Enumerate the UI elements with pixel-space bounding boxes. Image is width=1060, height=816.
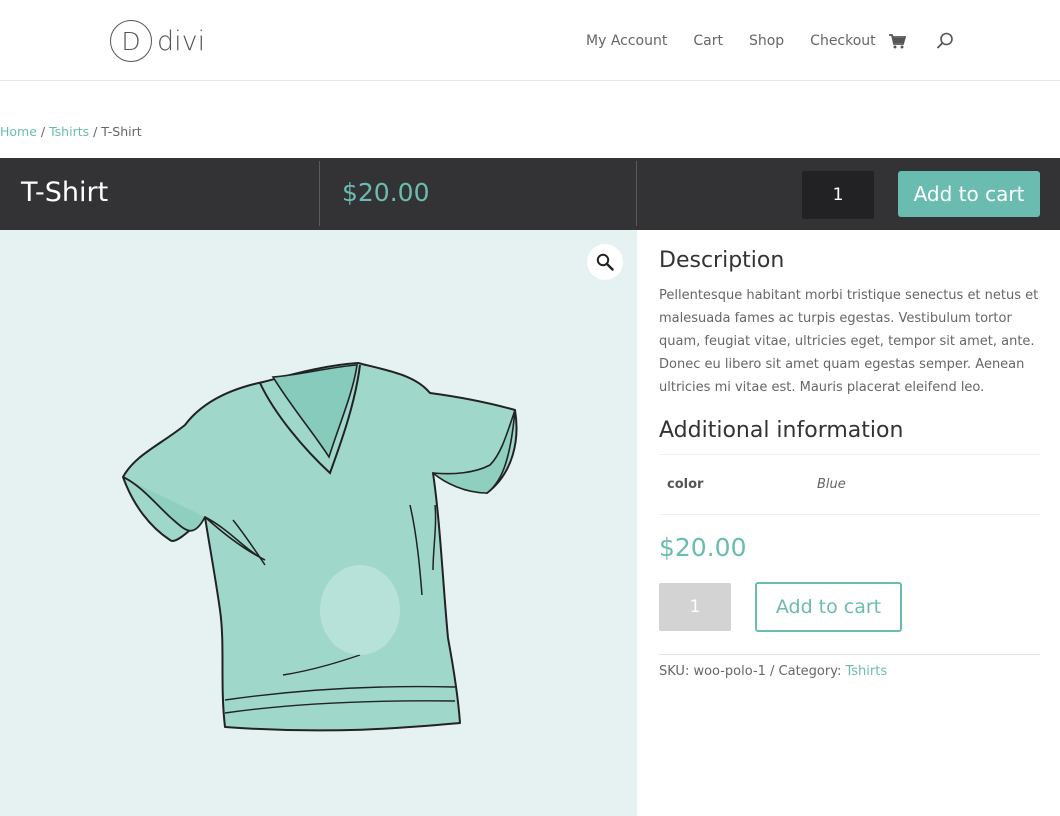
description-text: Pellentesque habitant morbi tristique se… — [659, 288, 1039, 395]
breadcrumb-current: T-Shirt — [101, 124, 142, 139]
breadcrumb-separator: / — [89, 124, 102, 139]
tshirt-image[interactable] — [115, 355, 525, 745]
product-bar: T-Shirt $20.00 1 Add to cart — [0, 158, 1060, 230]
site-logo[interactable]: D divi — [110, 19, 205, 63]
additional-info-heading: Additional information — [659, 418, 904, 443]
quantity-input[interactable]: 1 — [659, 583, 731, 631]
breadcrumb-home[interactable]: Home — [0, 124, 37, 139]
product-image-panel — [0, 230, 637, 816]
product-bar-add-to-cart-button[interactable]: Add to cart — [898, 171, 1040, 217]
logo-text: divi — [157, 25, 206, 57]
attribute-value: Blue — [817, 477, 846, 492]
product-meta: SKU: woo-polo-1 / Category: Tshirts — [659, 654, 1040, 679]
nav-cart[interactable]: Cart — [693, 33, 723, 49]
product-bar-title: T-Shirt — [21, 177, 109, 208]
search-icon[interactable] — [935, 31, 955, 51]
magnifier-icon — [596, 253, 614, 271]
bar-divider — [319, 161, 320, 226]
main-nav: My Account Cart Shop Checkout — [586, 31, 953, 51]
cart-icon[interactable] — [888, 33, 906, 49]
nav-checkout[interactable]: Checkout — [810, 33, 876, 49]
product-bar-price: $20.00 — [342, 178, 430, 207]
description-heading: Description — [659, 248, 785, 273]
add-to-cart-button[interactable]: Add to cart — [755, 582, 902, 632]
bar-divider — [636, 161, 637, 226]
sku-text: SKU: woo-polo-1 / Category: — [659, 664, 846, 679]
site-header: D divi My Account Cart Shop Checkout — [0, 0, 1060, 81]
breadcrumb: Home / Tshirts / T-Shirt — [0, 124, 142, 139]
attributes-table: color Blue — [659, 454, 1040, 515]
zoom-button[interactable] — [587, 244, 623, 280]
product-price: $20.00 — [659, 533, 747, 562]
nav-my-account[interactable]: My Account — [586, 33, 667, 49]
breadcrumb-category[interactable]: Tshirts — [49, 124, 89, 139]
nav-shop[interactable]: Shop — [749, 33, 784, 49]
category-link[interactable]: Tshirts — [846, 664, 888, 679]
attribute-label: color — [667, 477, 704, 492]
product-bar-quantity-input[interactable]: 1 — [802, 171, 874, 219]
breadcrumb-separator: / — [36, 124, 50, 139]
logo-mark: D — [110, 20, 152, 62]
